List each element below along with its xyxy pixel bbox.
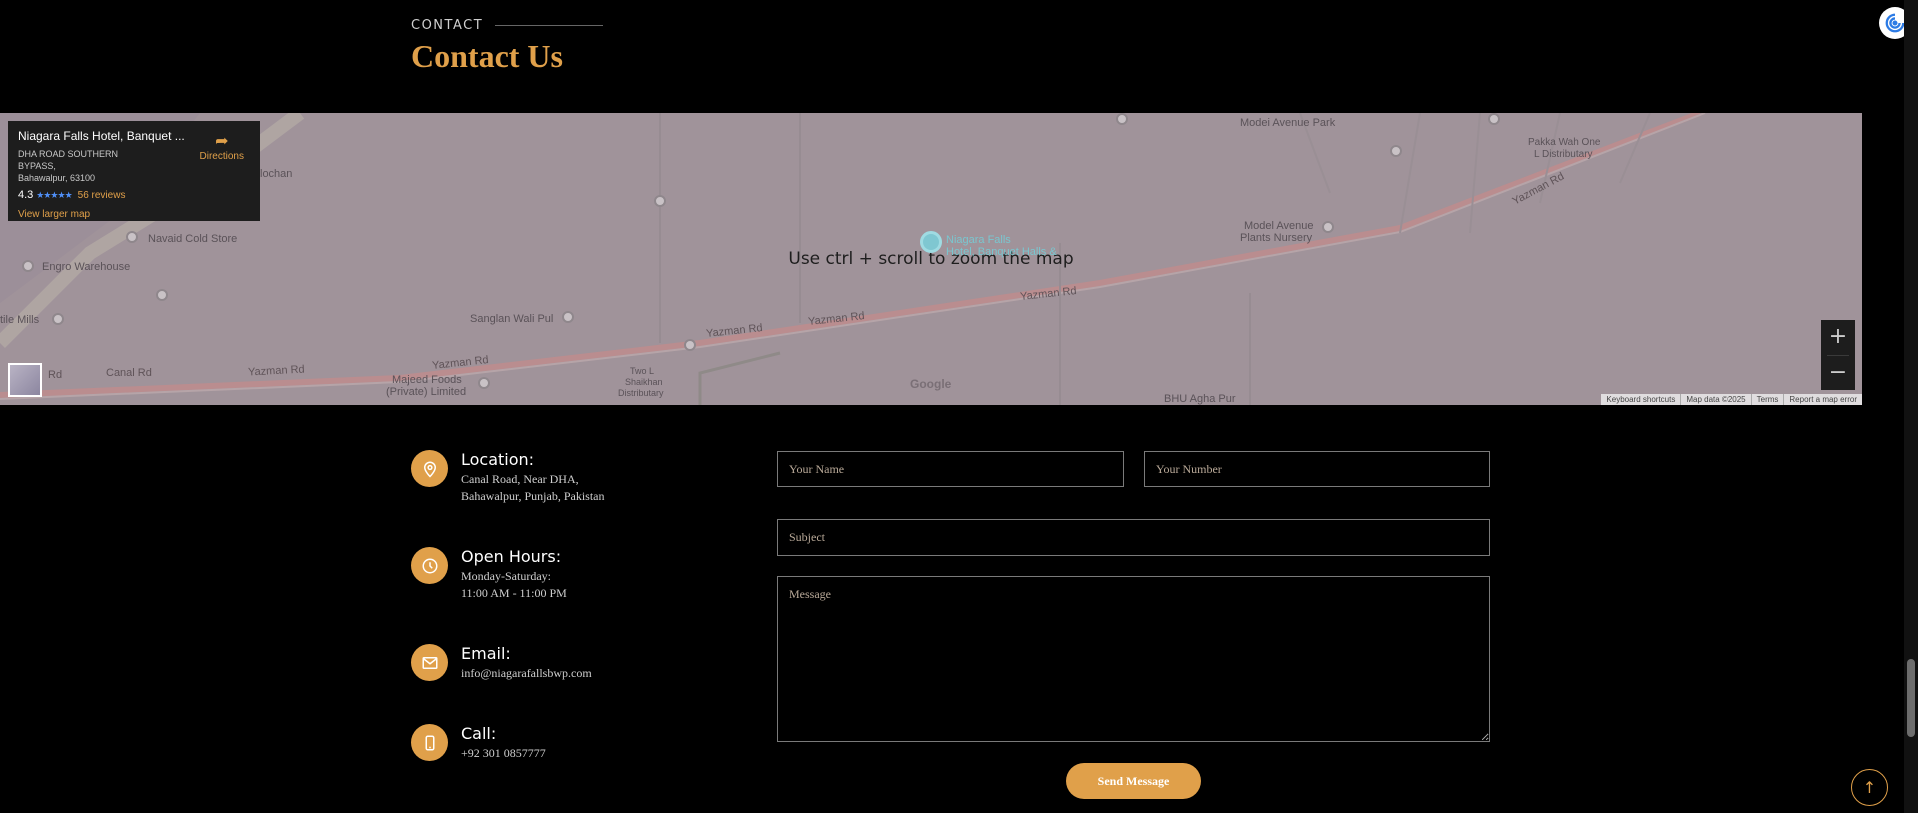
- place-address: DHA ROAD SOUTHERN BYPASS, Bahawalpur, 63…: [18, 148, 158, 184]
- map-label-hotel: Niagara Falls: [946, 234, 1011, 246]
- zoom-in-button[interactable]: +: [1821, 320, 1855, 355]
- email-title: Email:: [461, 644, 511, 663]
- map-label-majeed-2: (Private) Limited: [386, 386, 467, 398]
- call-value[interactable]: +92 301 0857777: [461, 745, 546, 762]
- directions-icon: ➦: [215, 133, 229, 150]
- map-place-card: Niagara Falls Hotel, Banquet ... DHA ROA…: [8, 121, 260, 221]
- directions-button[interactable]: ➦ Directions: [200, 131, 244, 162]
- map-label-two-l-2: Shaikhan: [625, 377, 663, 387]
- map-label-tile-mills: tile Mills: [0, 314, 40, 326]
- page-scrollbar[interactable]: [1904, 0, 1918, 813]
- embedded-map[interactable]: Use ctrl + scroll to zoom the map Niagar…: [0, 113, 1862, 405]
- map-label-rd: Rd: [48, 369, 63, 381]
- email-info: Email: info@niagarafallsbwp.com: [411, 644, 592, 682]
- terms-link[interactable]: Terms: [1750, 394, 1784, 405]
- view-larger-map-link[interactable]: View larger map: [18, 209, 250, 220]
- map-label-pakka-wah-2: L Distributary: [1534, 149, 1593, 160]
- back-to-top-button[interactable]: ↑: [1851, 769, 1888, 806]
- map-label-majeed: Majeed Foods: [392, 374, 462, 386]
- map-label-navaid: Navaid Cold Store: [148, 233, 238, 245]
- map-label-two-l-3: Distributary: [618, 388, 664, 398]
- section-kicker-text: CONTACT: [411, 18, 484, 33]
- hours-title: Open Hours:: [461, 547, 562, 566]
- map-label-two-l: Two L: [630, 366, 655, 376]
- map-label-engro: Engro Warehouse: [42, 261, 131, 273]
- map-label-pakka-wah: Pakka Wah One: [1528, 137, 1601, 148]
- section-kicker: CONTACT: [411, 18, 604, 33]
- name-input[interactable]: [777, 451, 1124, 487]
- map-label-model-nursery: Model Avenue: [1244, 220, 1314, 232]
- map-poi-marker[interactable]: [1488, 113, 1500, 125]
- send-message-button[interactable]: Send Message: [1066, 763, 1201, 799]
- reviews-link[interactable]: 56 reviews: [78, 190, 126, 201]
- directions-label: Directions: [199, 151, 244, 162]
- map-label-hotel-2: Hotel, Banquet Halls &: [946, 246, 1057, 258]
- clock-icon: [411, 547, 448, 584]
- location-text: Canal Road, Near DHA, Bahawalpur, Punjab…: [461, 471, 605, 505]
- hours-line2: 11:00 AM - 11:00 PM: [461, 586, 567, 600]
- map-poi-marker[interactable]: [478, 377, 490, 389]
- location-pin-icon: [411, 450, 448, 487]
- place-rating: 4.3: [18, 189, 34, 201]
- map-poi-marker[interactable]: [562, 311, 574, 323]
- hours-text: Monday-Saturday: 11:00 AM - 11:00 PM: [461, 568, 567, 602]
- report-map-error-link[interactable]: Report a map error: [1783, 394, 1862, 405]
- page-title: Contact Us: [411, 38, 563, 74]
- scrollbar-thumb[interactable]: [1907, 659, 1915, 737]
- map-poi-marker[interactable]: [684, 339, 696, 351]
- map-data-text: Map data ©2025: [1680, 394, 1750, 405]
- call-info: Call: +92 301 0857777: [411, 724, 546, 762]
- map-poi-marker[interactable]: [1116, 113, 1128, 125]
- kicker-divider: [495, 25, 604, 26]
- map-poi-marker[interactable]: [1390, 145, 1402, 157]
- location-title: Location:: [461, 450, 535, 469]
- map-poi-marker[interactable]: [1322, 221, 1334, 233]
- place-address-line1: DHA ROAD SOUTHERN BYPASS,: [18, 149, 119, 171]
- message-textarea[interactable]: [777, 576, 1490, 742]
- google-logo: Google: [910, 377, 952, 391]
- map-poi-marker[interactable]: [52, 313, 64, 325]
- map-label-lochan: lochan: [260, 168, 293, 180]
- call-title: Call:: [461, 724, 497, 743]
- map-label-bhu: BHU Agha Pur: [1164, 393, 1236, 405]
- map-zoom-control: + −: [1821, 320, 1855, 390]
- map-poi-marker[interactable]: [654, 195, 666, 207]
- map-poi-marker[interactable]: [22, 260, 34, 272]
- map-label-modei-park: Modei Avenue Park: [1240, 117, 1336, 129]
- map-attribution: Keyboard shortcuts Map data ©2025 Terms …: [1601, 394, 1862, 405]
- map-label-sanglan: Sanglan Wali Pul: [470, 313, 554, 325]
- location-info: Location: Canal Road, Near DHA, Bahawalp…: [411, 450, 605, 505]
- place-name: Niagara Falls Hotel, Banquet ...: [18, 129, 185, 143]
- number-input[interactable]: [1144, 451, 1490, 487]
- hours-line1: Monday-Saturday:: [461, 569, 551, 583]
- map-poi-marker[interactable]: [156, 289, 168, 301]
- hours-info: Open Hours: Monday-Saturday: 11:00 AM - …: [411, 547, 567, 602]
- hotel-map-marker[interactable]: [920, 231, 942, 253]
- envelope-icon: [411, 644, 448, 681]
- map-poi-marker[interactable]: [126, 231, 138, 243]
- email-value[interactable]: info@niagarafallsbwp.com: [461, 665, 592, 682]
- place-rating-row: 4.3 ★★★★★ 56 reviews: [18, 189, 250, 201]
- rating-stars-icon: ★★★★★: [36, 189, 72, 200]
- location-line1: Canal Road, Near DHA,: [461, 472, 579, 486]
- place-address-line2: Bahawalpur, 63100: [18, 173, 96, 183]
- subject-input[interactable]: [777, 519, 1490, 556]
- keyboard-shortcuts-link[interactable]: Keyboard shortcuts: [1601, 394, 1680, 405]
- satellite-toggle-thumbnail[interactable]: [8, 363, 42, 397]
- phone-icon: [411, 724, 448, 761]
- map-label-canal-rd: Canal Rd: [106, 367, 152, 379]
- location-line2: Bahawalpur, Punjab, Pakistan: [461, 489, 605, 503]
- map-label-model-nursery-2: Plants Nursery: [1240, 232, 1313, 244]
- zoom-out-button[interactable]: −: [1821, 356, 1855, 391]
